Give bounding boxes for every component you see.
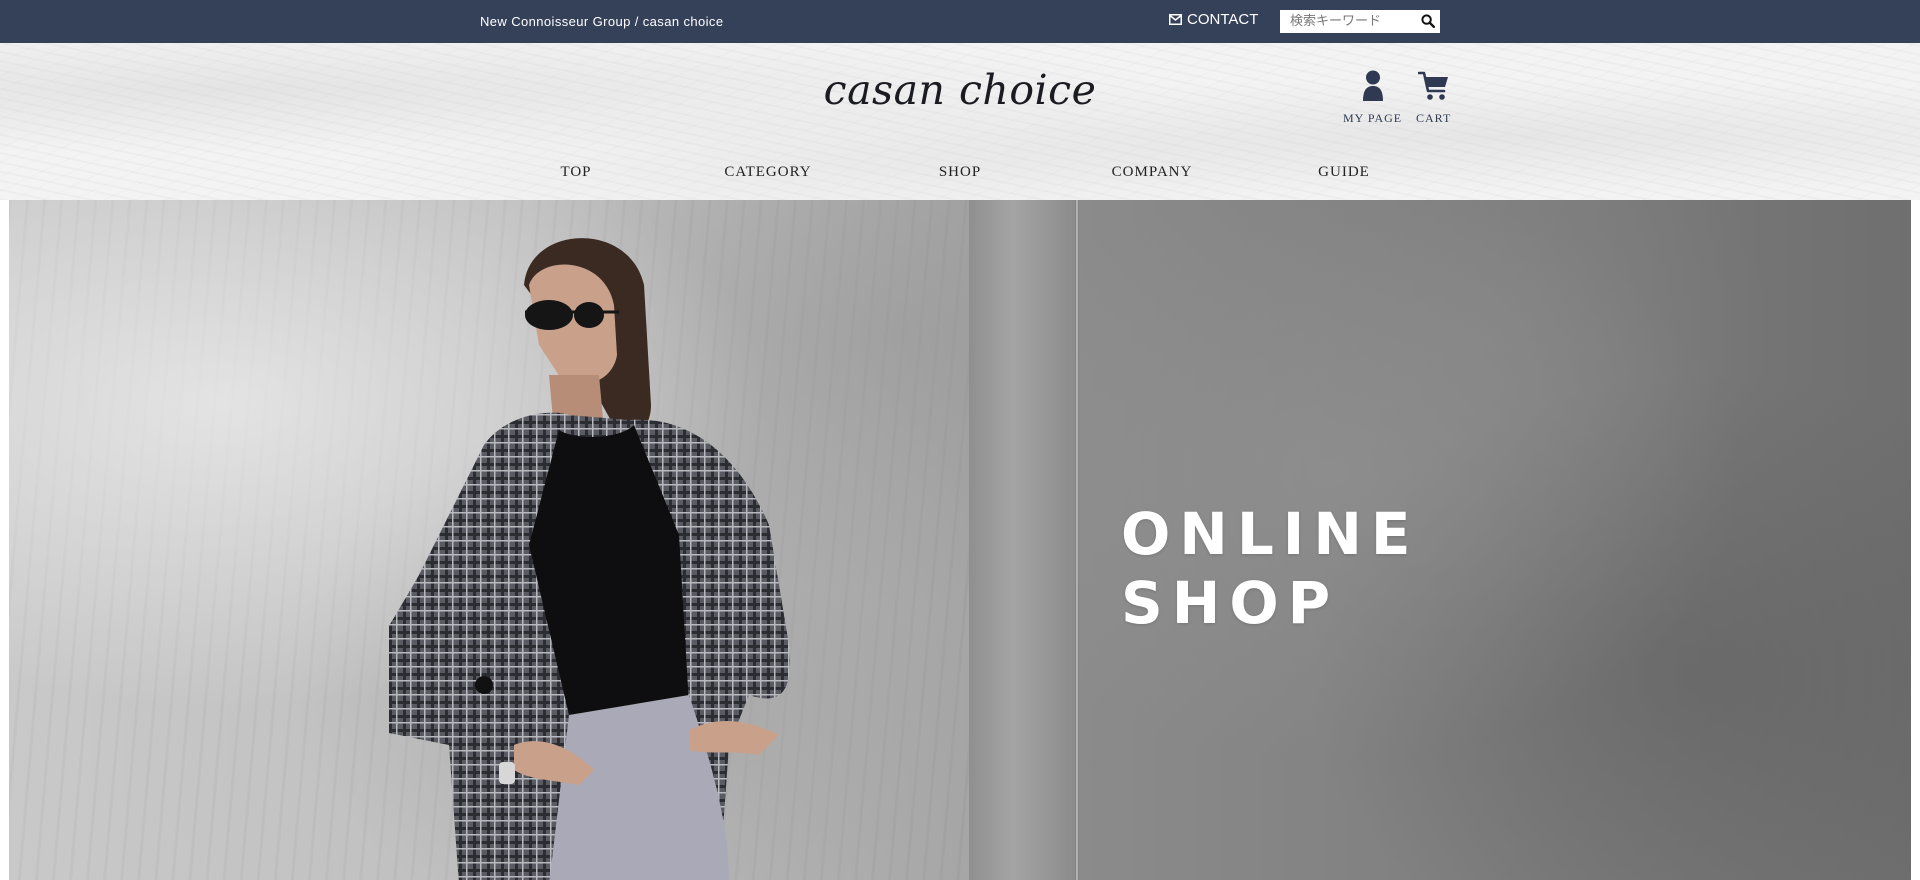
- top-bar: New Connoisseur Group / casan choice CON…: [0, 0, 1920, 43]
- hero-title-line2: SHOP: [1121, 569, 1340, 637]
- cart-link[interactable]: CART: [1416, 70, 1451, 126]
- main-nav: TOP CATEGORY SHOP COMPANY GUIDE: [0, 164, 1920, 188]
- hero-banner: ONLINE SHOP: [9, 200, 1911, 880]
- contact-label: CONTACT: [1187, 11, 1259, 28]
- contact-link[interactable]: CONTACT: [1169, 11, 1258, 28]
- hero-title-line1: ONLINE: [1121, 500, 1420, 568]
- cart-icon: [1417, 70, 1450, 107]
- search-input[interactable]: [1280, 10, 1416, 33]
- search-button[interactable]: [1420, 14, 1436, 30]
- nav-item-guide[interactable]: GUIDE: [1318, 164, 1370, 181]
- search-icon: [1421, 14, 1436, 31]
- hero-title: ONLINE SHOP: [1121, 500, 1420, 638]
- cart-label: CART: [1416, 111, 1452, 125]
- nav-item-top[interactable]: TOP: [560, 164, 591, 181]
- nav-item-shop[interactable]: SHOP: [939, 164, 981, 181]
- wall-seam: [1075, 200, 1079, 880]
- envelope-icon: [1169, 14, 1182, 25]
- model-image: [389, 238, 790, 880]
- user-icon: [1362, 70, 1384, 107]
- site-header: casan choice MY PAGE CART TOP CATEGORY S…: [0, 43, 1920, 200]
- nav-item-category[interactable]: CATEGORY: [724, 164, 811, 181]
- breadcrumb: New Connoisseur Group / casan choice: [480, 14, 724, 29]
- site-logo[interactable]: casan choice: [0, 66, 1920, 114]
- nav-item-company[interactable]: COMPANY: [1112, 164, 1193, 181]
- mypage-link[interactable]: MY PAGE: [1343, 70, 1402, 126]
- search-box: [1280, 10, 1440, 33]
- mypage-label: MY PAGE: [1343, 111, 1403, 125]
